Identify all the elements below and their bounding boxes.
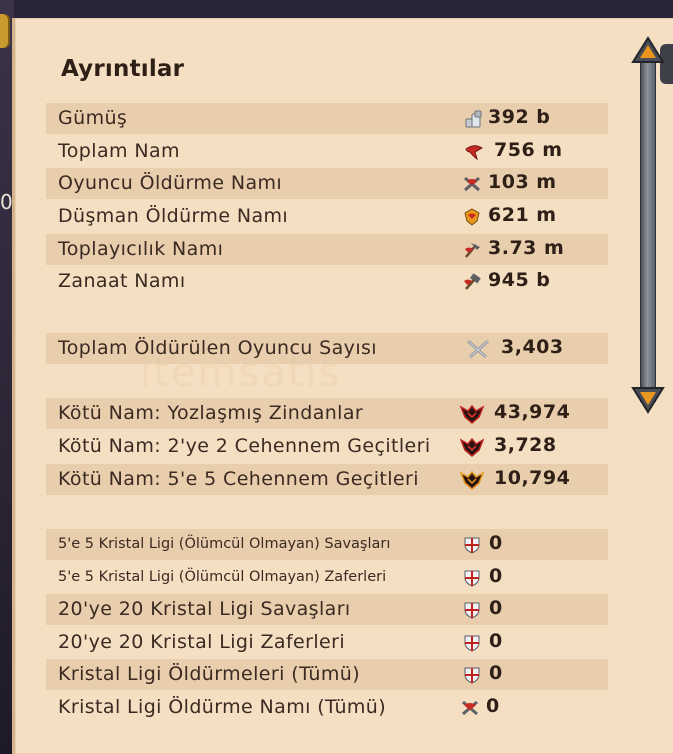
- edge-fragment-text: 0: [0, 190, 13, 214]
- crystal-fame-icon: [462, 700, 478, 716]
- stat-label: Kristal Ligi Öldürmeleri (Tümü): [58, 663, 361, 685]
- stat-value: 0: [489, 630, 503, 652]
- crystal-shield-icon: [464, 570, 480, 587]
- stat-value: 103 m: [488, 171, 557, 193]
- stat-label: Kötü Nam: 2'ye 2 Cehennem Geçitleri: [58, 435, 431, 457]
- stat-row-crystal-20v20-battles: 20'ye 20 Kristal Ligi Savaşları 0: [46, 594, 608, 625]
- stat-label: 5'e 5 Kristal Ligi (Ölümcül Olmayan) Zaf…: [58, 569, 387, 585]
- stat-label: Toplam Öldürülen Oyuncu Sayısı: [58, 337, 377, 359]
- stat-row-pvp-fame: Oyuncu Öldürme Namı 103 m: [46, 168, 608, 199]
- scrollbar[interactable]: [628, 36, 668, 416]
- scroll-up-arrow-icon[interactable]: [630, 36, 666, 64]
- infamy-icon: [460, 404, 484, 424]
- stat-row-infamy-2v2: Kötü Nam: 2'ye 2 Cehennem Geçitleri 3,72…: [46, 431, 608, 462]
- stat-label: Toplam Nam: [58, 140, 180, 162]
- scroll-down-arrow-icon[interactable]: [630, 386, 666, 414]
- stat-value: 756 m: [494, 139, 563, 161]
- stat-row-infamy-corrupted: Kötü Nam: Yozlaşmış Zindanlar 43,974: [46, 398, 608, 429]
- stat-value: 0: [489, 532, 503, 554]
- crafting-fame-icon: [464, 273, 481, 290]
- stat-label: Oyuncu Öldürme Namı: [58, 172, 283, 194]
- stat-row-silver: Gümüş 392 b: [46, 103, 608, 134]
- silver-icon: [465, 110, 482, 128]
- stat-value: 0: [489, 565, 503, 587]
- stat-label: Kristal Ligi Öldürme Namı (Tümü): [58, 696, 387, 718]
- stat-row-total-kills: Toplam Öldürülen Oyuncu Sayısı 3,403: [46, 333, 608, 364]
- stat-label: Kötü Nam: Yozlaşmış Zindanlar: [58, 402, 364, 424]
- stat-value: 0: [489, 662, 503, 684]
- stat-row-infamy-5v5: Kötü Nam: 5'e 5 Cehennem Geçitleri 10,79…: [46, 464, 608, 495]
- stat-value: 0: [489, 597, 503, 619]
- stat-label: Kötü Nam: 5'e 5 Cehennem Geçitleri: [58, 468, 419, 490]
- scrollbar-track[interactable]: [640, 54, 656, 402]
- fame-icon: [465, 145, 483, 161]
- stat-value: 3.73 m: [488, 237, 565, 259]
- stat-value: 0: [486, 695, 500, 717]
- stat-value: 3,728: [494, 434, 557, 456]
- stat-label: 20'ye 20 Kristal Ligi Savaşları: [58, 598, 351, 620]
- crossed-swords-icon: [467, 339, 489, 359]
- stat-value: 945 b: [488, 269, 551, 291]
- stat-label: Düşman Öldürme Namı: [58, 205, 289, 227]
- infamy-icon: [460, 437, 484, 457]
- stat-row-crystal-kill-fame: Kristal Ligi Öldürme Namı (Tümü) 0: [46, 692, 608, 723]
- crystal-shield-icon: [464, 635, 480, 652]
- stat-label: Zanaat Namı: [58, 270, 186, 292]
- stat-row-pve-fame: Düşman Öldürme Namı 621 m: [46, 201, 608, 232]
- crystal-shield-icon: [464, 667, 480, 684]
- stat-row-crystal-5v5-wins: 5'e 5 Kristal Ligi (Ölümcül Olmayan) Zaf…: [46, 562, 608, 593]
- pve-fame-icon: [464, 208, 480, 226]
- stat-value: 43,974: [494, 401, 571, 423]
- infamy-icon: [460, 470, 484, 490]
- stat-row-crystal-5v5-battles: 5'e 5 Kristal Ligi (Ölümcül Olmayan) Sav…: [46, 529, 608, 560]
- panel-title: Ayrıntılar: [61, 56, 185, 82]
- stat-row-total-fame: Toplam Nam 756 m: [46, 136, 608, 167]
- stat-label: 20'ye 20 Kristal Ligi Zaferleri: [58, 631, 345, 653]
- stat-row-crystal-kills: Kristal Ligi Öldürmeleri (Tümü) 0: [46, 659, 608, 690]
- stat-value: 392 b: [488, 106, 551, 128]
- crystal-shield-icon: [464, 602, 480, 619]
- stat-label: Toplayıcılık Namı: [58, 238, 224, 260]
- pvp-fame-icon: [464, 176, 480, 192]
- gear-icon: [0, 14, 10, 48]
- stat-label: Gümüş: [58, 107, 128, 129]
- stat-value: 10,794: [494, 467, 571, 489]
- stat-value: 621 m: [488, 204, 557, 226]
- stat-row-crafting-fame: Zanaat Namı 945 b: [46, 266, 608, 297]
- crystal-shield-icon: [464, 537, 480, 554]
- stat-value: 3,403: [501, 336, 564, 358]
- stat-row-gathering-fame: Toplayıcılık Namı 3.73 m: [46, 234, 608, 265]
- stat-label: 5'e 5 Kristal Ligi (Ölümcül Olmayan) Sav…: [58, 536, 391, 552]
- stat-row-crystal-20v20-wins: 20'ye 20 Kristal Ligi Zaferleri 0: [46, 627, 608, 658]
- gathering-fame-icon: [465, 243, 480, 258]
